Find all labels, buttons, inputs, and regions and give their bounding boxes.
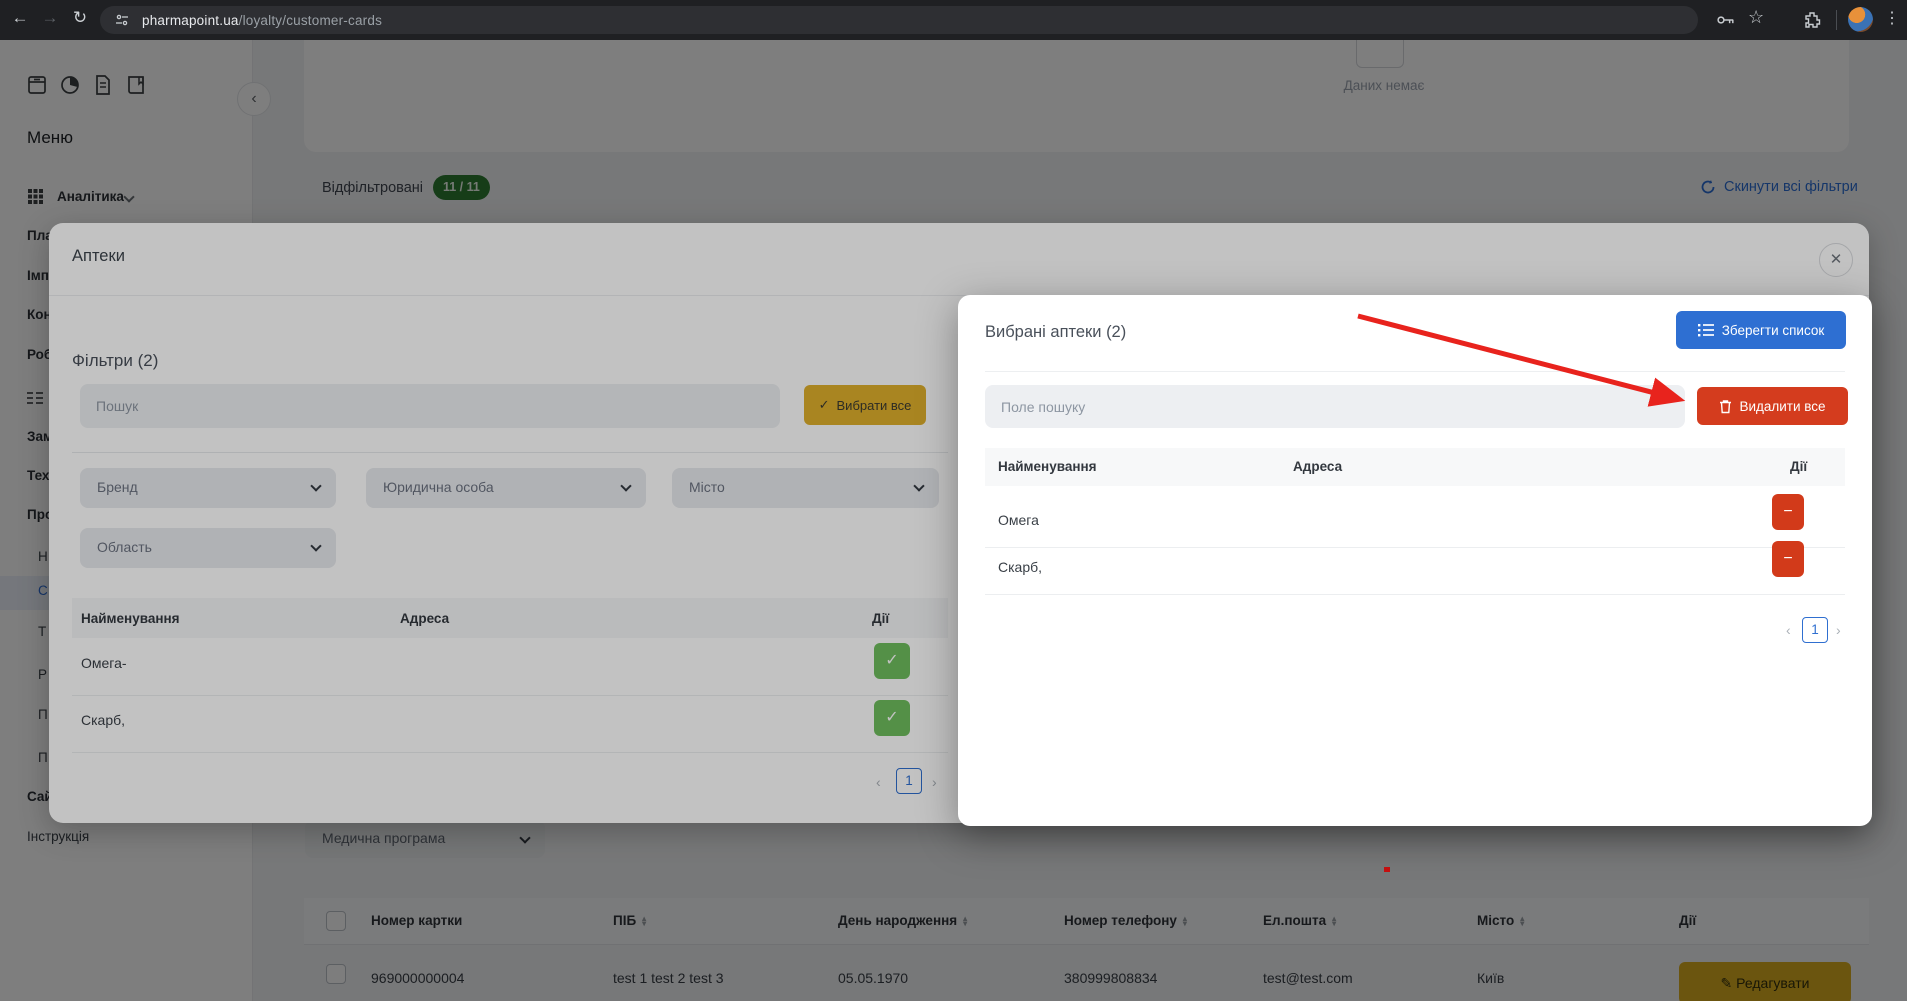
browser-toolbar: ← → ↻ pharmapoint.ua/loyalty/customer-ca… [0, 0, 1907, 40]
panel-table-header-row [985, 448, 1845, 486]
delete-all-button[interactable]: Видалити все [1697, 387, 1848, 425]
browser-menu-icon[interactable]: ⋮ [1884, 8, 1900, 28]
divider [985, 371, 1845, 372]
page-number[interactable]: 1 [1802, 617, 1828, 643]
selected-row-name: Скарб, [998, 559, 1043, 575]
bookmark-star-icon[interactable]: ☆ [1748, 7, 1764, 28]
row-divider [985, 547, 1845, 548]
trash-icon [1720, 399, 1732, 413]
col-selected-name: Найменування [998, 459, 1097, 474]
col-selected-actions: Дії [1790, 459, 1808, 474]
address-bar[interactable]: pharmapoint.ua/loyalty/customer-cards [100, 6, 1698, 34]
prev-page-icon[interactable]: ‹ [1786, 622, 1791, 638]
extensions-icon[interactable] [1803, 11, 1821, 29]
row-divider [985, 594, 1845, 595]
save-list-label: Зберегти список [1721, 322, 1825, 338]
selected-pharmacies-panel: Вибрані аптеки (2) Зберегти список Видал… [958, 295, 1872, 826]
selected-search-input[interactable] [985, 385, 1685, 428]
screen: ← → ↻ pharmapoint.ua/loyalty/customer-ca… [0, 0, 1907, 1001]
next-page-icon[interactable]: › [1836, 622, 1841, 638]
url-text: pharmapoint.ua/loyalty/customer-cards [142, 13, 382, 28]
list-icon [1697, 324, 1714, 337]
annotation-red-dot [1384, 867, 1390, 872]
url-host: pharmapoint.ua [142, 12, 239, 28]
reload-icon[interactable]: ↻ [68, 8, 92, 28]
back-icon[interactable]: ← [8, 8, 32, 28]
col-selected-address: Адреса [1293, 459, 1343, 474]
selected-row-name: Омега [998, 512, 1039, 528]
forward-icon[interactable]: → [38, 8, 62, 28]
delete-all-label: Видалити все [1739, 398, 1826, 414]
save-list-button[interactable]: Зберегти список [1676, 311, 1846, 349]
url-path: /loyalty/customer-cards [238, 12, 383, 28]
remove-pharmacy-button[interactable]: − [1772, 494, 1804, 530]
site-info-icon[interactable] [114, 12, 130, 28]
toolbar-separator [1836, 10, 1837, 30]
profile-avatar[interactable] [1848, 7, 1873, 32]
app-page: ‹ Меню Аналітика Пла Імп Кон Роб Зам Тех… [0, 28, 1907, 1001]
panel-title: Вибрані аптеки (2) [985, 323, 1127, 341]
password-key-icon[interactable] [1716, 12, 1736, 28]
remove-pharmacy-button[interactable]: − [1772, 541, 1804, 577]
